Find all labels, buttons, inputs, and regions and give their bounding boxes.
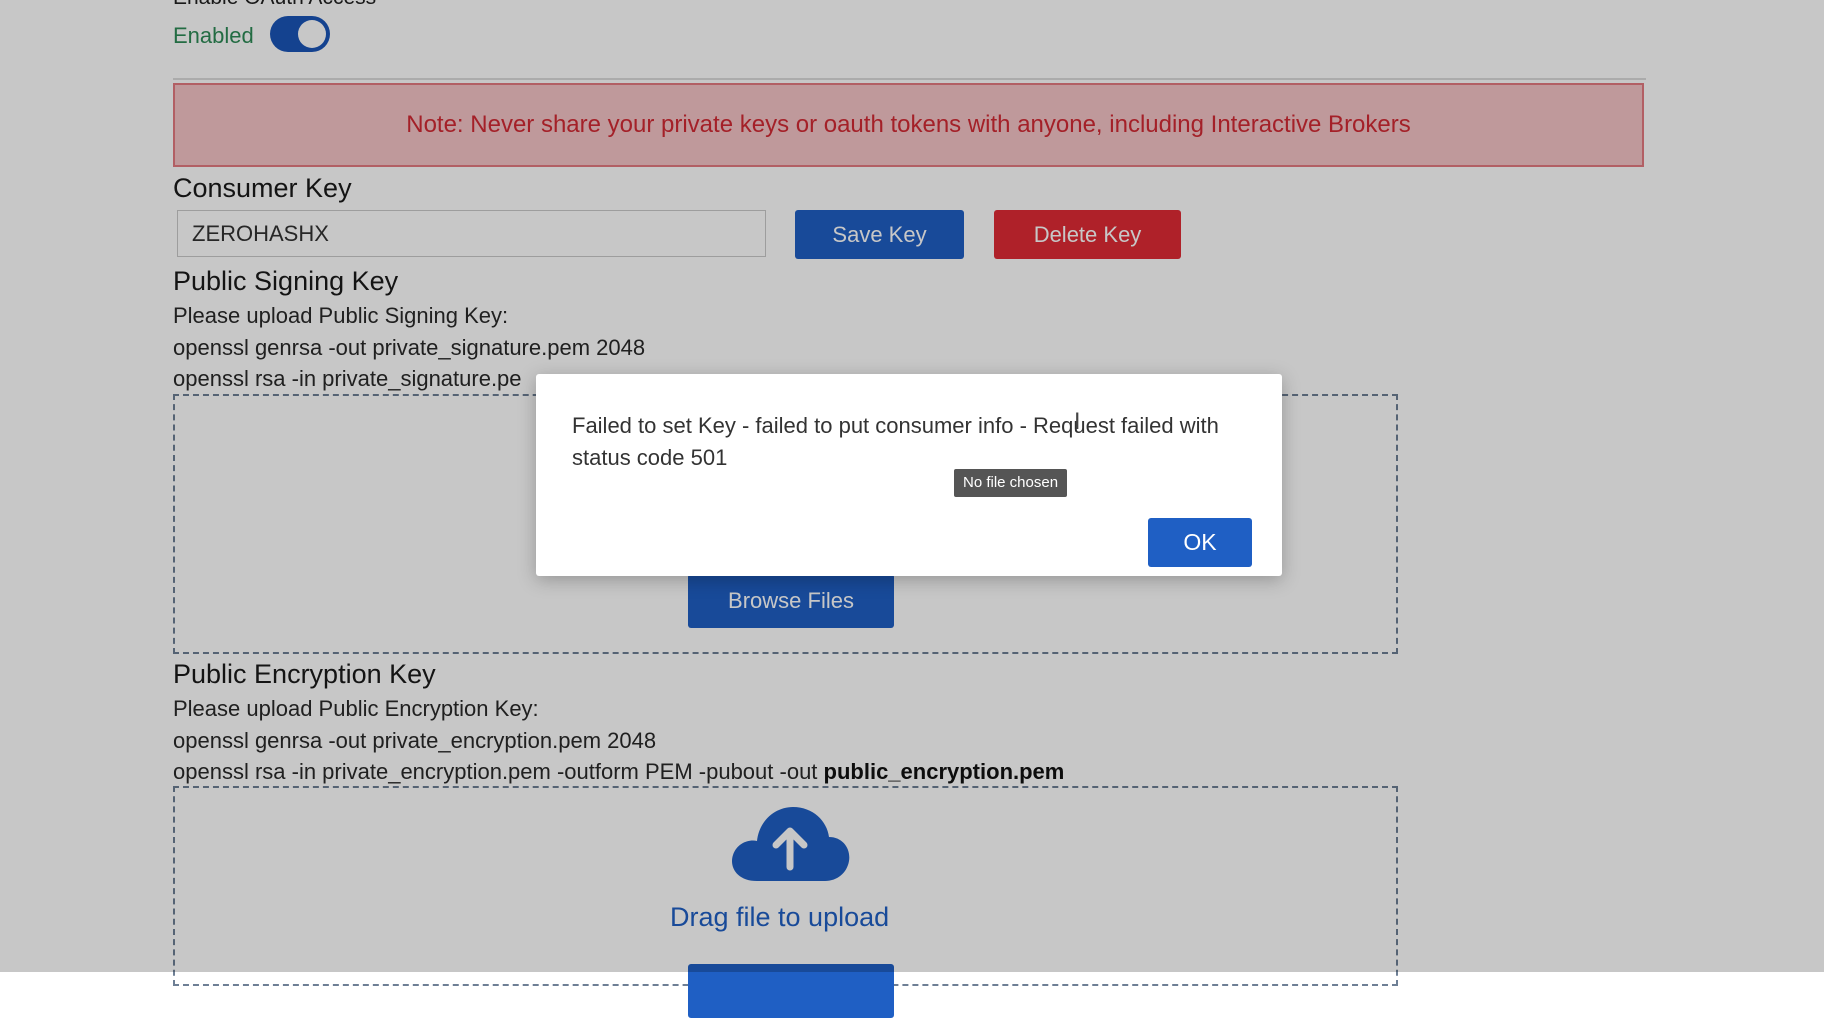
ok-button[interactable]: OK	[1148, 518, 1252, 567]
error-dialog: Failed to set Key - failed to put consum…	[536, 374, 1282, 576]
text-cursor-icon: I	[1074, 410, 1081, 435]
error-message: Failed to set Key - failed to put consum…	[572, 413, 1219, 470]
encryption-browse-button[interactable]	[688, 964, 894, 1018]
file-tooltip: No file chosen	[954, 469, 1068, 497]
